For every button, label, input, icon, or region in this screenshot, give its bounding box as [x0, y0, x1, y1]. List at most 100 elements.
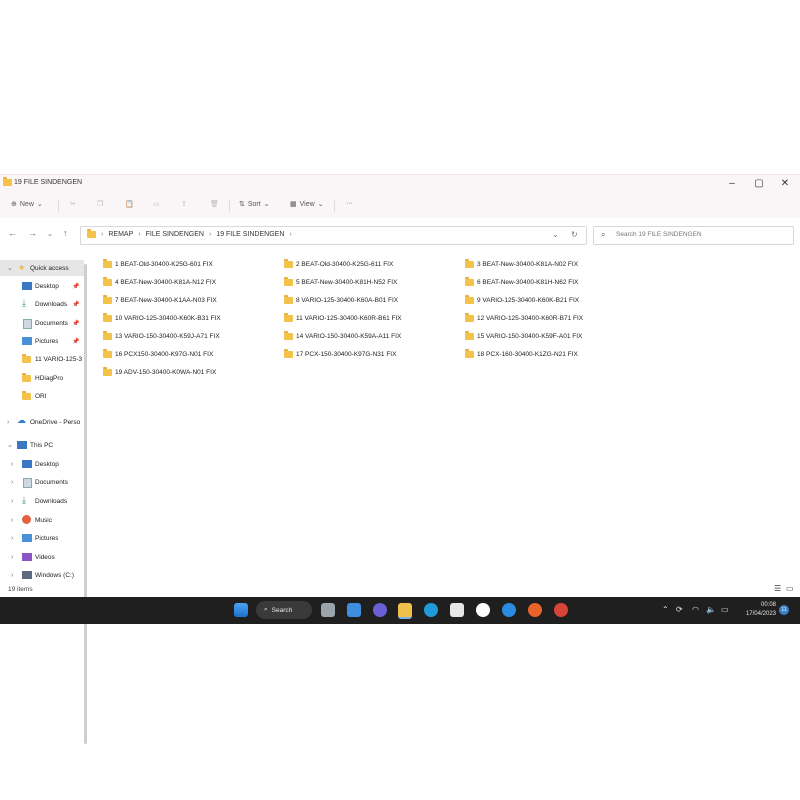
file-explorer-icon[interactable] — [398, 603, 412, 619]
paste-icon[interactable]: 📋 — [125, 200, 134, 208]
up-arrow-icon[interactable]: ↑ — [63, 228, 68, 238]
folder-item[interactable]: 6 BEAT-New-30400-K81H-N62 FIX — [465, 276, 578, 288]
folder-item[interactable]: 8 VARIO-125-30400-K60A-B01 FIX — [284, 294, 398, 306]
cut-icon[interactable]: ✂ — [70, 200, 76, 208]
folder-name: 9 VARIO-125-30400-K60K-B21 FIX — [477, 296, 580, 304]
folder-item[interactable]: 18 PCX-160-30400-K1ZG-N21 FIX — [465, 348, 578, 360]
sidebar-item-this-pc[interactable]: ⌄ This PC — [0, 437, 84, 453]
sidebar-item-pc-documents[interactable]: › Documents — [0, 474, 84, 490]
address-dropdown-icon[interactable]: ⌄ — [552, 230, 559, 239]
folder-icon — [103, 258, 112, 268]
folder-name: 5 BEAT-New-30400-K81H-N52 FIX — [296, 278, 398, 286]
folder-item[interactable]: 7 BEAT-New-30400-K1AA-N03 FIX — [103, 294, 217, 306]
forward-arrow-icon[interactable]: → — [28, 228, 37, 238]
wifi-icon[interactable]: ◠ — [692, 605, 699, 614]
folder-item[interactable]: 10 VARIO-125-30400-K60K-B31 FIX — [103, 312, 221, 324]
folder-item[interactable]: 11 VARIO-125-30400-K60R-B61 FIX — [284, 312, 402, 324]
battery-icon[interactable]: ▭ — [721, 605, 729, 614]
folder-name: 11 VARIO-125-30400-K60R-B61 FIX — [296, 314, 402, 322]
search-box[interactable]: ⌕ Search 19 FILE SINDENGEN — [593, 226, 794, 245]
task-view-icon[interactable] — [321, 603, 335, 617]
folder-icon — [103, 312, 112, 322]
firefox-icon[interactable] — [528, 603, 542, 617]
new-button[interactable]: ⊕ New ⌄ — [11, 200, 43, 209]
computer-icon — [17, 441, 27, 449]
rename-icon[interactable]: ▭ — [153, 200, 160, 208]
folder-item[interactable]: 19 ADV-150-30400-K0WA-N01 FIX — [103, 366, 216, 378]
share-icon[interactable]: ⇪ — [181, 200, 187, 208]
more-options-button[interactable]: ··· — [346, 200, 353, 207]
breadcrumb-item[interactable]: 19 FILE SINDENGEN — [216, 231, 284, 238]
documents-icon — [23, 319, 32, 329]
folder-name: 7 BEAT-New-30400-K1AA-N03 FIX — [115, 296, 217, 304]
folder-item[interactable]: 5 BEAT-New-30400-K81H-N52 FIX — [284, 276, 397, 288]
folder-item[interactable]: 9 VARIO-125-30400-K60K-B21 FIX — [465, 294, 579, 306]
volume-icon[interactable]: 🔈 — [706, 605, 716, 614]
sidebar-item-documents[interactable]: Documents 📌 — [0, 315, 84, 331]
help-icon[interactable] — [502, 603, 516, 617]
folder-icon — [103, 348, 112, 358]
taskbar-search[interactable]: ⌕ Search — [256, 601, 312, 619]
back-arrow-icon[interactable]: ← — [8, 228, 17, 238]
sidebar-item-downloads[interactable]: ⤓ Downloads 📌 — [0, 296, 84, 312]
view-button[interactable]: ▦ View ⌄ — [290, 200, 324, 209]
folder-item[interactable]: 2 BEAT-Old-30400-K25G-611 FIX — [284, 258, 393, 270]
notification-badge[interactable]: 11 — [779, 605, 789, 615]
sidebar-item-onedrive[interactable]: › ☁ OneDrive - Perso — [0, 414, 84, 430]
sidebar-item-label: This PC — [30, 441, 54, 449]
sidebar-item-pc-music[interactable]: › Music — [0, 512, 84, 528]
breadcrumb: › REMAP › FILE SINDENGEN › 19 FILE SINDE… — [87, 229, 292, 238]
folder-item[interactable]: 16 PCX150-30400-K97G-N01 FIX — [103, 348, 213, 360]
store-icon[interactable] — [450, 603, 464, 617]
folder-item[interactable]: 4 BEAT-New-30400-K81A-N12 FIX — [103, 276, 216, 288]
chevron-up-icon[interactable]: ⌃ — [662, 605, 669, 614]
app-icon[interactable] — [476, 603, 490, 617]
chrome-icon[interactable] — [554, 603, 568, 617]
sidebar-item-label: Windows (C:) — [35, 571, 75, 579]
teams-chat-icon[interactable] — [373, 603, 387, 617]
sidebar-item-folder[interactable]: 11 VARIO-125-3 — [0, 351, 84, 367]
address-bar[interactable]: › REMAP › FILE SINDENGEN › 19 FILE SINDE… — [80, 226, 587, 245]
widgets-icon[interactable] — [347, 603, 361, 617]
sidebar-item-folder[interactable]: HDiagPro — [0, 370, 84, 386]
sidebar-item-folder[interactable]: ORI — [0, 388, 84, 404]
folder-icon — [465, 348, 474, 358]
folder-item[interactable]: 3 BEAT-New-30400-K81A-N02 FIX — [465, 258, 578, 270]
maximize-button[interactable]: ▢ — [751, 178, 767, 190]
chevron-right-icon: › — [11, 571, 14, 579]
sidebar-item-pc-videos[interactable]: › Videos — [0, 549, 84, 565]
folder-item[interactable]: 13 VARIO-150-30400-K59J-A71 FIX — [103, 330, 220, 342]
sidebar-item-pc-downloads[interactable]: › ⤓ Downloads — [0, 493, 84, 509]
folder-item[interactable]: 15 VARIO-150-30400-K59F-A01 FIX — [465, 330, 582, 342]
folder-item[interactable]: 1 BEAT-Old-30400-K25G-601 FIX — [103, 258, 213, 270]
edge-icon[interactable] — [424, 603, 438, 617]
delete-icon[interactable]: 🗑 — [210, 200, 219, 208]
sidebar-item-pc-pictures[interactable]: › Pictures — [0, 530, 84, 546]
sidebar-item-pc-desktop[interactable]: › Desktop — [0, 456, 84, 472]
sidebar-item-quick-access[interactable]: ⌄ ★ Quick access — [0, 260, 84, 276]
tiles-view-icon[interactable]: ▭ — [786, 584, 794, 593]
refresh-icon[interactable]: ↻ — [571, 230, 578, 239]
folder-name: 2 BEAT-Old-30400-K25G-611 FIX — [296, 260, 394, 268]
sidebar-item-pc-drive[interactable]: › Windows (C:) — [0, 567, 84, 583]
folder-item[interactable]: 12 VARIO-125-30400-K60R-B71 FIX — [465, 312, 583, 324]
sort-button[interactable]: ⇅ Sort ⌄ — [239, 200, 270, 209]
folder-name: 18 PCX-160-30400-K1ZG-N21 FIX — [477, 350, 578, 358]
onedrive-sync-icon[interactable]: ⟳ — [676, 605, 683, 614]
sidebar-item-desktop[interactable]: Desktop 📌 — [0, 278, 84, 294]
copy-icon[interactable]: ❐ — [97, 200, 103, 208]
windows-start-icon[interactable] — [234, 603, 248, 617]
close-button[interactable]: ✕ — [777, 178, 793, 190]
breadcrumb-item[interactable]: REMAP — [108, 231, 133, 238]
folder-item[interactable]: 17 PCX-150-30400-K97G-N31 FIX — [284, 348, 396, 360]
breadcrumb-item[interactable]: FILE SINDENGEN — [146, 231, 204, 238]
pin-icon: 📌 — [72, 338, 80, 345]
minimize-button[interactable]: – — [724, 178, 740, 190]
sidebar-scrollbar[interactable] — [84, 264, 87, 744]
view-icon: ▦ — [290, 201, 297, 208]
recent-chevron-icon[interactable]: ⌄ — [47, 230, 53, 238]
details-view-icon[interactable]: ☰ — [774, 584, 781, 593]
folder-item[interactable]: 14 VARIO-150-30400-K59A-A11 FIX — [284, 330, 401, 342]
clock[interactable]: 00:08 17/04/2023 — [736, 601, 776, 619]
sidebar-item-pictures[interactable]: Pictures 📌 — [0, 333, 84, 349]
